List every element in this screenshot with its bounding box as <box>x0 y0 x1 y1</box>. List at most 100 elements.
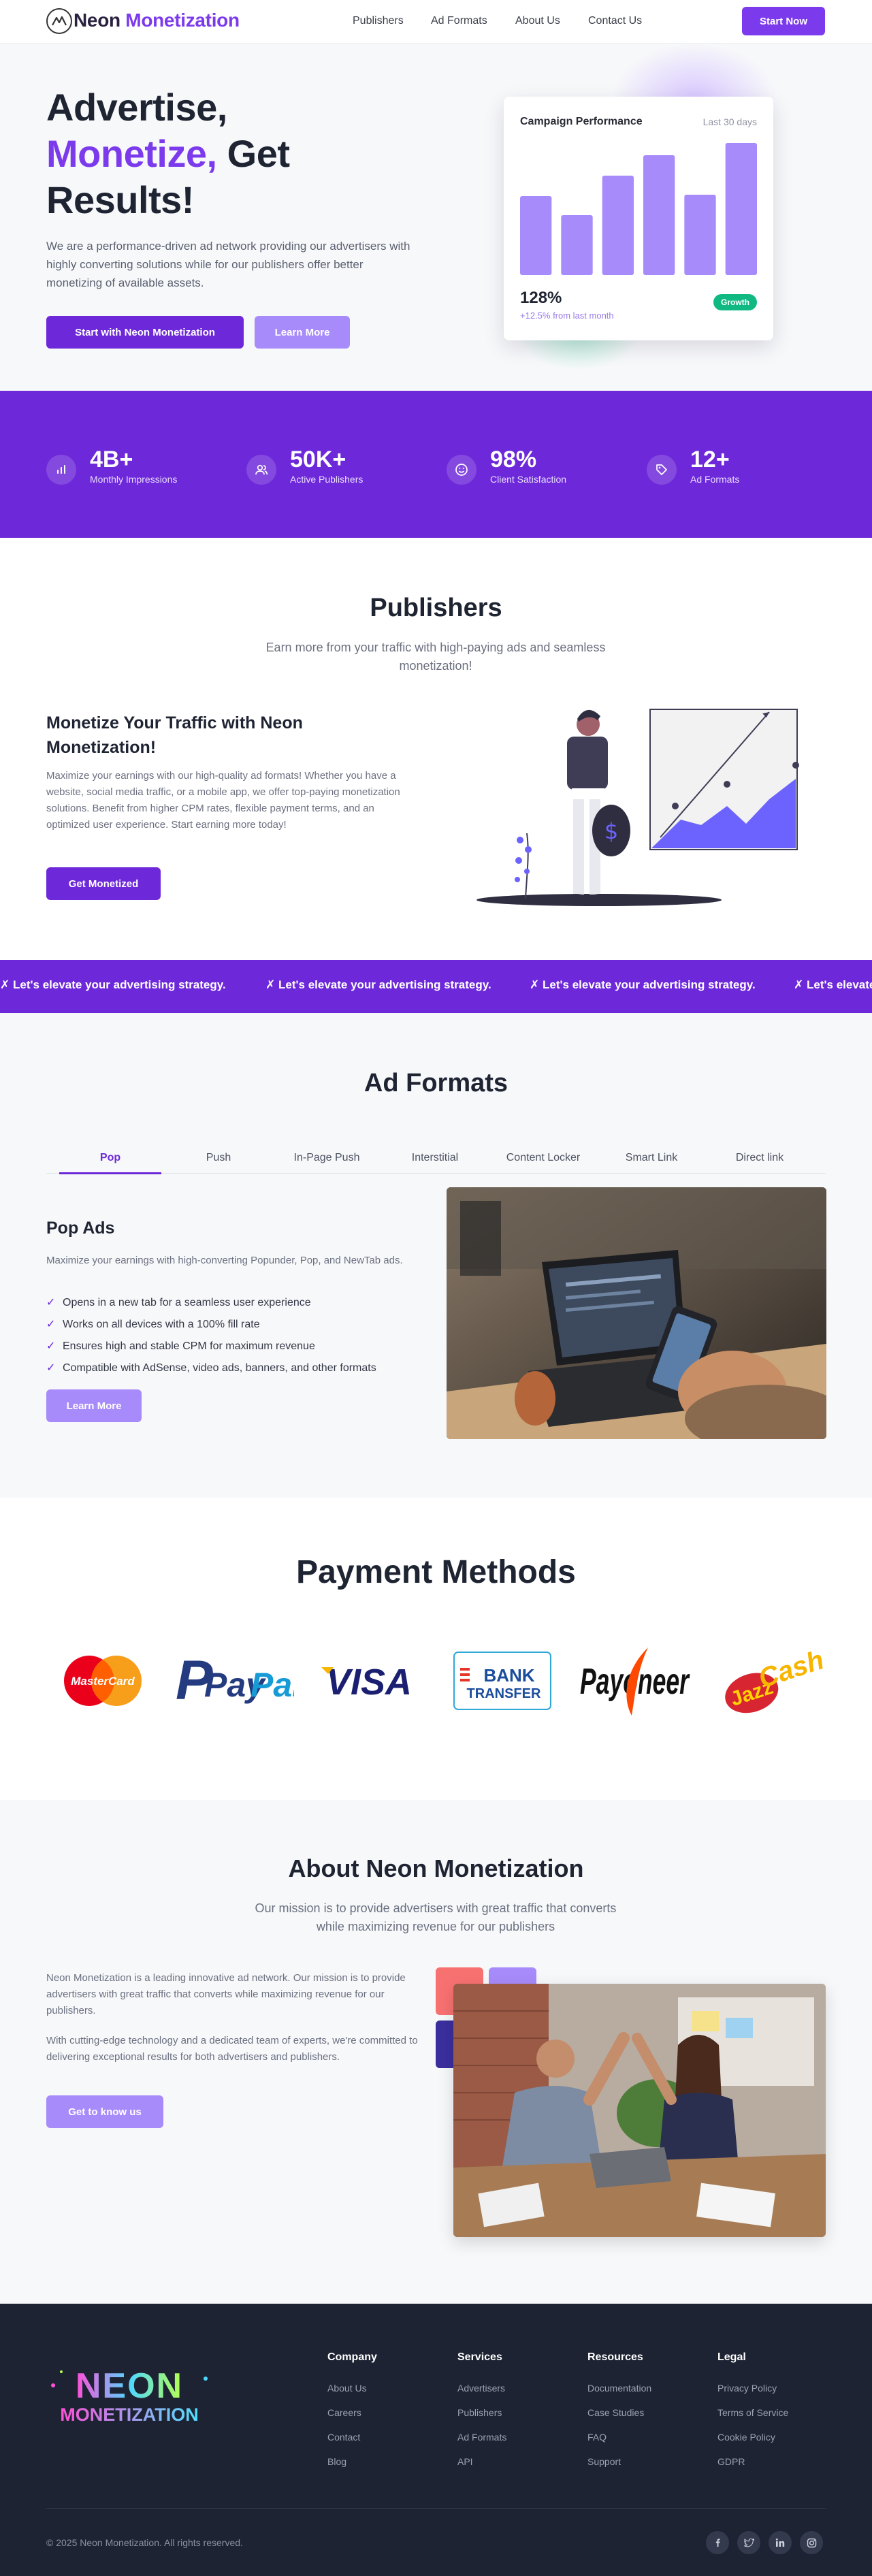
nav-about-us[interactable]: About Us <box>515 15 560 27</box>
active-tab-indicator <box>59 1172 161 1174</box>
get-to-know-us-button[interactable]: Get to know us <box>46 2095 163 2128</box>
start-with-neon-button[interactable]: Start with Neon Monetization <box>46 316 244 349</box>
tools-icon: ✗ <box>794 978 804 991</box>
pop-ads-heading: Pop Ads <box>46 1219 115 1238</box>
tab-push[interactable]: Push <box>167 1152 270 1164</box>
ad-formats-section: Ad Formats Pop Push In-Page Push Interst… <box>0 1013 872 1498</box>
hero-title-line3: Results! <box>46 178 194 221</box>
facebook-icon[interactable] <box>706 2531 729 2554</box>
footer-link-advertisers[interactable]: Advertisers <box>457 2383 505 2394</box>
footer-col-resources: Resources <box>587 2351 643 2363</box>
footer-link-privacy-policy[interactable]: Privacy Policy <box>717 2383 777 2394</box>
footer-link-support[interactable]: Support <box>587 2456 621 2467</box>
hero-title-line1: Advertise, <box>46 86 227 129</box>
feature-text: Compatible with AdSense, video ads, bann… <box>63 1362 376 1374</box>
check-icon: ✓ <box>46 1297 56 1308</box>
footer-logo[interactable]: NEON MONETIZATION <box>48 2358 211 2433</box>
stat-value: 50K+ <box>290 447 346 472</box>
footer-link-terms-of-service[interactable]: Terms of Service <box>717 2407 788 2418</box>
bar-chart-icon <box>46 455 76 485</box>
nav-publishers[interactable]: Publishers <box>353 15 404 27</box>
list-item: ✓ Compatible with AdSense, video ads, ban… <box>46 1357 376 1379</box>
stats-band: 4B+ Monthly Impressions 50K+ Active Publ… <box>0 391 872 538</box>
performance-bar <box>684 195 716 275</box>
brand-name[interactable]: Neon Monetization <box>74 10 240 31</box>
footer-link-careers[interactable]: Careers <box>327 2407 361 2418</box>
nav-contact-us[interactable]: Contact Us <box>588 15 642 27</box>
pop-learn-more-button[interactable]: Learn More <box>46 1389 142 1422</box>
visa-logo: VISA <box>319 1643 419 1718</box>
linkedin-icon[interactable] <box>769 2531 792 2554</box>
mastercard-logo: MasterCard <box>57 1643 148 1718</box>
card-delta: +12.5% from last month <box>520 310 614 321</box>
stat-value: 4B+ <box>90 447 133 472</box>
learn-more-button[interactable]: Learn More <box>255 316 350 349</box>
tag-icon <box>647 455 677 485</box>
visa-text: VISA <box>326 1662 412 1701</box>
card-value: 128% <box>520 289 562 307</box>
marquee-text: Let's elevate your advertising strategy. <box>542 978 756 991</box>
twitter-icon[interactable] <box>737 2531 760 2554</box>
footer-link-contact[interactable]: Contact <box>327 2432 360 2443</box>
performance-bar <box>725 143 757 275</box>
publisher-illustration: $ <box>477 709 799 906</box>
footer-link-ad-formats[interactable]: Ad Formats <box>457 2432 506 2443</box>
footer-col-legal: Legal <box>717 2351 746 2363</box>
footer-link-documentation[interactable]: Documentation <box>587 2383 651 2394</box>
hero-section: Advertise, Monetize, Get Results! We are… <box>0 44 872 391</box>
footer-logo-neon: NEON <box>76 2366 183 2406</box>
about-title: About Neon Monetization <box>288 1854 584 1882</box>
footer-link-cookie-policy[interactable]: Cookie Policy <box>717 2432 775 2443</box>
nav-ad-formats[interactable]: Ad Formats <box>431 15 487 27</box>
get-monetized-button[interactable]: Get Monetized <box>46 867 161 900</box>
footer-link-api[interactable]: API <box>457 2456 473 2467</box>
performance-bar <box>561 215 593 275</box>
stat-label: Monthly Impressions <box>90 474 178 485</box>
copyright-text: © 2025 Neon Monetization. All rights res… <box>46 2537 243 2548</box>
stat-label: Client Satisfaction <box>490 474 567 485</box>
marquee-item: ✗ Let's elevate your advertising strateg… <box>0 978 226 992</box>
publishers-subtitle: Earn more from your traffic with high-pa… <box>265 641 606 673</box>
site-header: Neon Monetization Publishers Ad Formats … <box>0 0 872 44</box>
tab-interstitial[interactable]: Interstitial <box>384 1152 486 1164</box>
logo-icon[interactable] <box>46 8 72 34</box>
tab-direct-link[interactable]: Direct link <box>709 1152 811 1164</box>
hero-title-get: Get <box>216 132 290 175</box>
bank-transfer-logo: BANK TRANSFER <box>452 1643 553 1718</box>
pop-ads-features: ✓ Opens in a new tab for a seamless user … <box>46 1292 376 1379</box>
marquee-item: ✗ Let's elevate your advertising strateg… <box>530 978 756 992</box>
footer-link-about-us[interactable]: About Us <box>327 2383 367 2394</box>
footer-link-blog[interactable]: Blog <box>327 2456 346 2467</box>
tab-content-locker[interactable]: Content Locker <box>492 1152 594 1164</box>
feature-text: Works on all devices with a 100% fill ra… <box>63 1319 260 1330</box>
publishers-heading: Monetize Your Traffic with Neon Monetiza… <box>46 713 303 757</box>
publishers-body: Maximize your earnings with our high-qua… <box>46 770 400 831</box>
start-now-button[interactable]: Start Now <box>742 7 825 35</box>
payoneer-logo: Payoneer <box>577 1643 694 1718</box>
site-footer: NEON MONETIZATION Company About Us Caree… <box>0 2304 872 2576</box>
paypal-logo: P Pay Pal <box>176 1643 294 1718</box>
pop-ads-description: Maximize your earnings with high-convert… <box>46 1255 403 1266</box>
publishers-title: Publishers <box>370 594 502 622</box>
card-title: Campaign Performance <box>520 116 643 127</box>
footer-link-faq[interactable]: FAQ <box>587 2432 607 2443</box>
about-subtitle: Our mission is to provide advertisers wi… <box>255 1901 617 1933</box>
footer-link-publishers[interactable]: Publishers <box>457 2407 502 2418</box>
hero-title-accent: Monetize, <box>46 132 217 175</box>
tab-pop[interactable]: Pop <box>59 1152 161 1164</box>
transfer-text: TRANSFER <box>467 1686 541 1701</box>
stat-label: Active Publishers <box>290 474 364 485</box>
tab-smart-link[interactable]: Smart Link <box>600 1152 703 1164</box>
check-icon: ✓ <box>46 1362 56 1374</box>
footer-link-gdpr[interactable]: GDPR <box>717 2456 745 2467</box>
mastercard-text: MasterCard <box>71 1675 135 1688</box>
list-item: ✓ Ensures high and stable CPM for maximum… <box>46 1336 376 1357</box>
feature-text: Ensures high and stable CPM for maximum … <box>63 1340 315 1352</box>
stat-label: Ad Formats <box>690 474 740 485</box>
payment-methods-title: Payment Methods <box>296 1554 576 1590</box>
instagram-icon[interactable] <box>800 2531 823 2554</box>
footer-link-case-studies[interactable]: Case Studies <box>587 2407 644 2418</box>
jazzcash-logo: Jazz Cash <box>713 1643 825 1718</box>
tab-in-page-push[interactable]: In-Page Push <box>276 1152 378 1164</box>
marquee-text: Let's elevate your advertising strategy. <box>278 978 491 991</box>
